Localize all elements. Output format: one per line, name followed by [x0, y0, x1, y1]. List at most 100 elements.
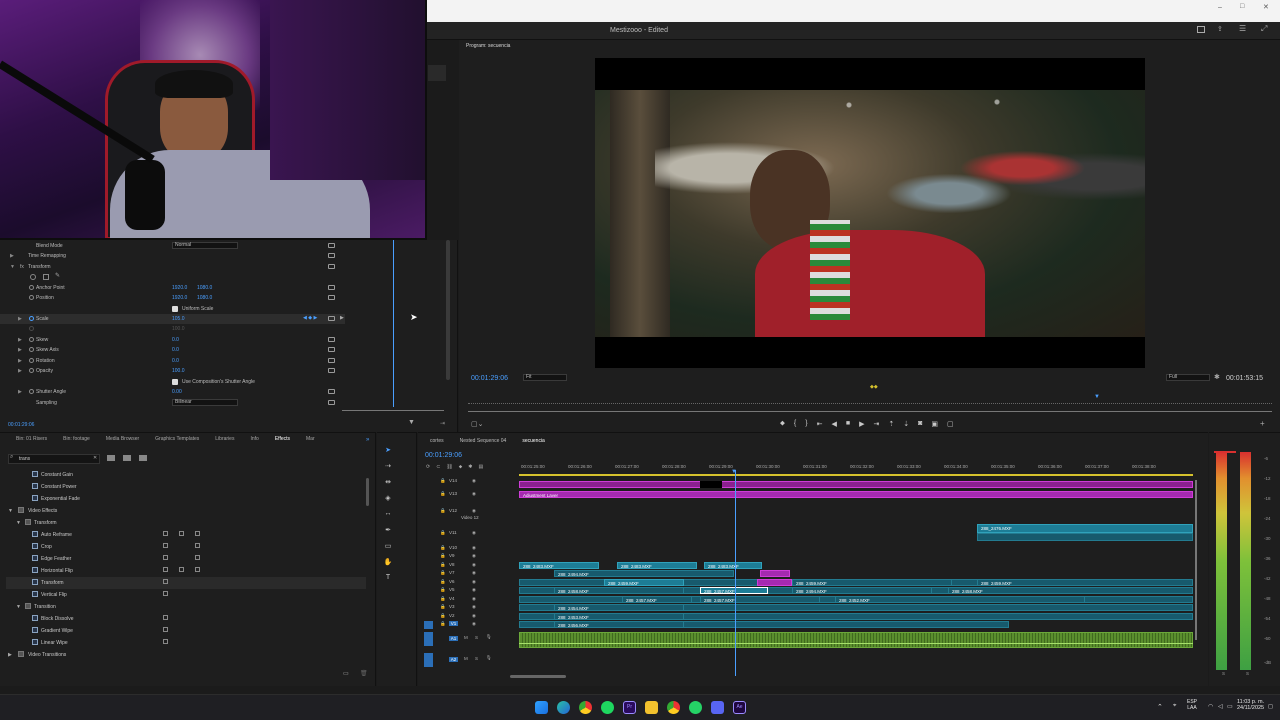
- panel-overflow-icon[interactable]: »: [366, 437, 369, 443]
- clip[interactable]: 288_2458.MXF: [554, 587, 684, 594]
- collapse-arrow-icon[interactable]: ▼: [16, 520, 21, 526]
- lock-icon[interactable]: 🔒: [440, 604, 446, 610]
- shutter-angle-checkbox[interactable]: [172, 379, 178, 385]
- anchor-y-value[interactable]: 1080.0: [197, 285, 212, 291]
- list-item[interactable]: Crop: [6, 541, 366, 553]
- clip[interactable]: 288_2476.MXF: [977, 524, 1193, 533]
- reset-icon[interactable]: [328, 243, 335, 248]
- tab-info[interactable]: Info: [250, 436, 258, 448]
- go-to-in-icon[interactable]: ⇤: [817, 420, 823, 430]
- track-header-v7[interactable]: V7 🔒 ◉: [424, 570, 518, 578]
- source-patch-a1[interactable]: [424, 632, 433, 646]
- wifi-icon[interactable]: ◠: [1208, 703, 1213, 710]
- eye-icon[interactable]: ◉: [472, 587, 476, 593]
- program-timecode[interactable]: 00:01:29:06: [471, 375, 508, 382]
- lock-icon[interactable]: 🔒: [440, 545, 446, 551]
- track-header-v13[interactable]: V13 🔒 ◉: [424, 491, 518, 499]
- eye-icon[interactable]: ◉: [472, 508, 476, 514]
- panel-icon[interactable]: [1197, 26, 1205, 33]
- eye-icon[interactable]: ◉: [472, 604, 476, 610]
- audio-clip-a1[interactable]: [519, 632, 1193, 648]
- solo-icon[interactable]: S: [475, 656, 478, 661]
- skew-axis-value[interactable]: 0.0: [172, 347, 179, 353]
- position-x-value[interactable]: 1920.0: [172, 295, 187, 301]
- chrome-profile-icon[interactable]: [667, 701, 680, 714]
- lock-icon[interactable]: 🔒: [440, 570, 446, 576]
- timeline-scrollbar[interactable]: [510, 675, 566, 678]
- tab-markers[interactable]: Mar: [306, 436, 315, 448]
- track-select-tool-icon[interactable]: ⇢: [383, 462, 393, 472]
- effects-scrollbar[interactable]: [366, 478, 369, 506]
- add-marker-icon[interactable]: ⬥: [780, 420, 785, 430]
- lock-icon[interactable]: 🔒: [440, 508, 446, 514]
- timeline-playhead[interactable]: [735, 470, 736, 676]
- track-header-v6[interactable]: V6 🔒 ◉: [424, 579, 518, 587]
- clip-selected[interactable]: 288_2457.MXF: [700, 587, 768, 594]
- clip[interactable]: 288_2483.MXF: [704, 562, 762, 569]
- shutter-angle-value[interactable]: 0.00: [172, 389, 182, 395]
- clip[interactable]: 288_2453.MXF: [554, 613, 684, 620]
- clip[interactable]: [977, 533, 1193, 541]
- slip-tool-icon[interactable]: ↔: [383, 510, 393, 520]
- ellipse-mask-icon[interactable]: [30, 274, 36, 280]
- track-header-v2[interactable]: V2 🔒 ◉: [424, 613, 518, 621]
- stopwatch-icon[interactable]: [29, 347, 34, 352]
- stopwatch-icon[interactable]: [29, 295, 34, 300]
- mark-in-icon[interactable]: {: [794, 420, 796, 430]
- resolution-select[interactable]: Full: [1166, 374, 1210, 381]
- list-item[interactable]: ▼ Transition: [6, 601, 366, 613]
- clip[interactable]: [700, 481, 722, 488]
- track-header-v11[interactable]: V11 🔒 ◉: [424, 530, 518, 538]
- ripple-edit-tool-icon[interactable]: ⇹: [383, 478, 393, 488]
- sampling-dropdown[interactable]: Bilinear: [172, 399, 238, 406]
- file-explorer-icon[interactable]: [645, 701, 658, 714]
- keyframe-nav-icon[interactable]: ◀ ◆ ▶: [303, 315, 317, 321]
- track-header-v14[interactable]: V14 🔒 ◉: [424, 478, 518, 486]
- language-indicator[interactable]: ESP LAA: [1187, 699, 1197, 711]
- stop-icon[interactable]: ■: [846, 420, 850, 430]
- list-item[interactable]: Gradient Wipe: [6, 625, 366, 637]
- mute-icon[interactable]: M: [464, 635, 468, 640]
- delete-icon[interactable]: 🗑: [360, 670, 368, 677]
- track-header-a1[interactable]: A1 M S 🎙: [424, 632, 518, 648]
- windows-start-icon[interactable]: [535, 701, 548, 714]
- vertical-scrollbar[interactable]: [1195, 480, 1197, 640]
- rectangle-tool-icon[interactable]: ▭: [383, 542, 393, 552]
- lock-icon[interactable]: 🔒: [440, 491, 446, 497]
- expand-arrow-icon[interactable]: ▶: [10, 253, 14, 259]
- selection-tool-icon[interactable]: ➤: [383, 446, 393, 456]
- lock-icon[interactable]: 🔒: [440, 579, 446, 585]
- time-ruler[interactable]: 00:01:25:00 00:01:26:00 00:01:27:00 00:0…: [519, 462, 1193, 474]
- list-item[interactable]: Edge Feather: [6, 553, 366, 565]
- reset-icon[interactable]: [328, 368, 335, 373]
- notifications-icon[interactable]: ◻: [1268, 703, 1273, 710]
- snap-icon[interactable]: ⊂: [436, 464, 440, 472]
- clip[interactable]: 288_2494.MXF: [554, 570, 734, 577]
- pen-mask-icon[interactable]: ✎: [55, 272, 60, 279]
- eye-icon[interactable]: ◉: [472, 613, 476, 619]
- minimize-icon[interactable]: –: [1218, 4, 1222, 11]
- reset-icon[interactable]: [328, 285, 335, 290]
- playhead-marker-icon[interactable]: ▼: [1094, 394, 1100, 400]
- reset-icon[interactable]: [328, 337, 335, 342]
- 32bit-filter-icon[interactable]: [123, 455, 131, 461]
- linked-icon[interactable]: ⛓: [446, 464, 452, 472]
- menu-icon[interactable]: ☰: [1239, 24, 1246, 33]
- reset-icon[interactable]: [328, 253, 335, 258]
- clip[interactable]: 288_2457.MXF: [700, 596, 820, 603]
- chevron-up-icon[interactable]: ⌃: [1157, 703, 1163, 711]
- step-back-icon[interactable]: ◀: [831, 420, 836, 430]
- list-item[interactable]: Block Dissolve: [6, 613, 366, 625]
- tab-effects[interactable]: Effects: [275, 436, 290, 448]
- tab-secuencia[interactable]: secuencia: [522, 438, 545, 444]
- comparison-icon[interactable]: ▣: [931, 420, 938, 430]
- razor-tool-icon[interactable]: ◈: [383, 494, 393, 504]
- collapse-arrow-icon[interactable]: ▼: [8, 508, 13, 514]
- marker-icon[interactable]: ⬥: [459, 464, 463, 472]
- list-item[interactable]: Constant Power: [6, 481, 366, 493]
- share-icon[interactable]: ⇪: [1217, 25, 1223, 33]
- eye-icon[interactable]: ◉: [472, 621, 476, 627]
- export-icon[interactable]: ⇥: [440, 420, 445, 427]
- volume-icon[interactable]: ◁: [1218, 703, 1223, 710]
- list-item[interactable]: ▼ Video Effects: [6, 505, 366, 517]
